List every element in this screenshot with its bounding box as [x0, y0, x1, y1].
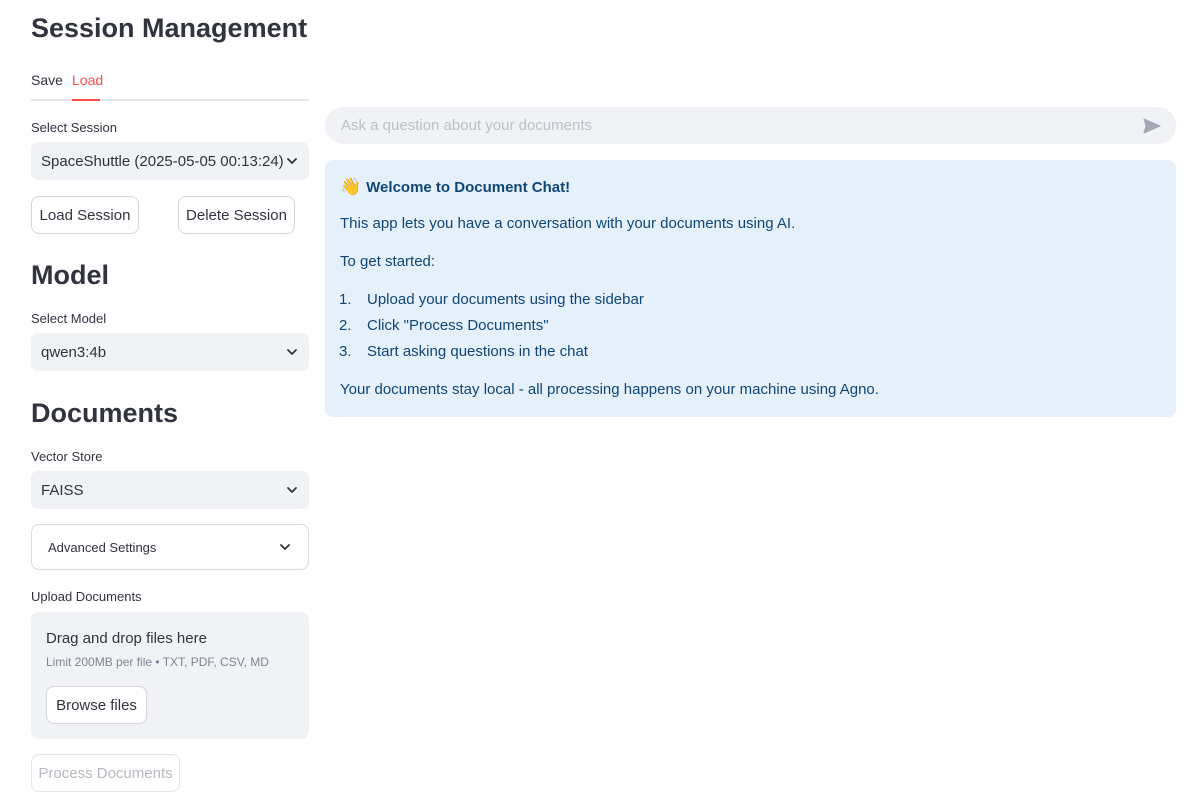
footer-text: Your documents stay local - all processi…: [340, 381, 879, 398]
intro-text: This app lets you have a conversation wi…: [340, 215, 796, 232]
chevron-down-icon: [278, 540, 292, 554]
select-session-label: Select Session: [31, 120, 117, 135]
upload-documents-label: Upload Documents: [31, 589, 142, 604]
session-tabs: Save Load: [31, 66, 309, 101]
sidebar: Session Management Save Load Select Sess…: [31, 0, 309, 804]
advanced-settings-expander[interactable]: Advanced Settings: [31, 524, 309, 570]
list-item-text: Start asking questions in the chat: [367, 343, 588, 360]
dropzone-limit-text: Limit 200MB per file • TXT, PDF, CSV, MD: [46, 655, 269, 669]
select-session-value: SpaceShuttle (2025-05-05 00:13:24): [41, 152, 284, 170]
select-model-label: Select Model: [31, 311, 107, 326]
vector-store-value: FAISS: [41, 481, 84, 499]
select-model-value: qwen3:4b: [41, 343, 107, 361]
list-item-number: 1.: [339, 291, 352, 308]
get-started-text: To get started:: [340, 253, 436, 270]
browse-files-button[interactable]: Browse files: [46, 686, 147, 724]
chat-input[interactable]: Ask a question about your documents: [325, 107, 1176, 144]
select-model-dropdown[interactable]: qwen3:4b: [31, 333, 309, 371]
list-item-number: 2.: [339, 317, 352, 334]
list-item-text: Click "Process Documents": [367, 317, 549, 334]
chevron-down-icon: [285, 483, 299, 497]
advanced-settings-label: Advanced Settings: [48, 539, 157, 555]
tab-load[interactable]: Load: [72, 72, 103, 88]
dropzone-title: Drag and drop files here: [46, 630, 207, 647]
chevron-down-icon: [285, 154, 299, 168]
active-tab-indicator: [72, 99, 100, 101]
model-heading: Model: [31, 260, 109, 290]
chevron-down-icon: [285, 345, 299, 359]
welcome-title-row: 👋 Welcome to Document Chat!: [340, 177, 570, 197]
welcome-title: Welcome to Document Chat!: [366, 178, 571, 196]
waving-hand-icon: 👋: [340, 177, 362, 196]
session-management-heading: Session Management: [31, 13, 308, 43]
vector-store-dropdown[interactable]: FAISS: [31, 471, 309, 509]
select-session-dropdown[interactable]: SpaceShuttle (2025-05-05 00:13:24): [31, 142, 309, 180]
list-item-text: Upload your documents using the sidebar: [367, 291, 644, 308]
process-documents-button[interactable]: Process Documents: [31, 754, 180, 792]
app-page: Session Management Save Load Select Sess…: [0, 0, 1200, 804]
send-icon[interactable]: [1142, 116, 1162, 136]
documents-heading: Documents: [31, 398, 179, 428]
chat-input-placeholder: Ask a question about your documents: [341, 117, 592, 134]
load-session-button[interactable]: Load Session: [31, 196, 139, 234]
list-item-number: 3.: [339, 343, 352, 360]
welcome-info-box: 👋 Welcome to Document Chat! This app let…: [325, 160, 1176, 417]
file-dropzone[interactable]: Drag and drop files here Limit 200MB per…: [31, 612, 309, 739]
delete-session-button[interactable]: Delete Session: [178, 196, 295, 234]
tab-save[interactable]: Save: [31, 72, 63, 88]
vector-store-label: Vector Store: [31, 449, 103, 464]
